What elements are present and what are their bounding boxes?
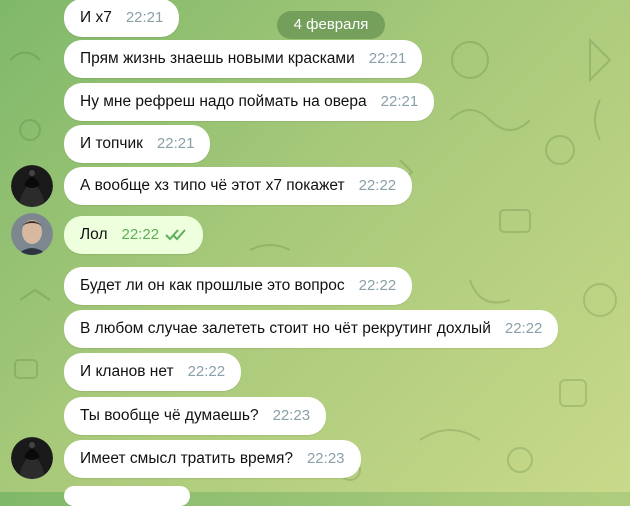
message-bubble[interactable]: Будет ли он как прошлые это вопрос 22:22 xyxy=(64,267,413,305)
message-time: 22:22 xyxy=(121,226,160,243)
message-time: 22:21 xyxy=(380,93,419,110)
hooded-figure-avatar-icon xyxy=(11,437,53,479)
message-time: 22:22 xyxy=(358,177,397,194)
message-bubble[interactable]: А вообще хз типо чё этот х7 покажет 22:22 xyxy=(64,167,413,205)
message-text: И топчик xyxy=(80,135,143,152)
message-time: 22:22 xyxy=(187,363,226,380)
message-text: Будет ли он как прошлые это вопрос xyxy=(80,277,345,294)
message-text: Ну мне рефреш надо поймать на овера xyxy=(80,93,367,110)
message-text: Лол xyxy=(80,226,108,243)
message-bubble[interactable]: И топчик 22:21 xyxy=(64,125,211,163)
message-bubble[interactable]: Имеет смысл тратить время? 22:23 xyxy=(64,440,361,478)
partial-message-bubble[interactable] xyxy=(64,486,190,506)
message-text: Прям жизнь знаешь новыми красками xyxy=(80,50,355,67)
hooded-figure-avatar-icon xyxy=(11,165,53,207)
message-time: 22:23 xyxy=(272,407,311,424)
message-time: 22:23 xyxy=(306,450,345,467)
message-time: 22:21 xyxy=(368,50,407,67)
message-text: В любом случае залететь стоит но чёт рек… xyxy=(80,320,491,337)
message-time: 22:21 xyxy=(125,9,164,26)
own-message-bubble[interactable]: Лол 22:22 xyxy=(64,216,204,254)
message-text: А вообще хз типо чё этот х7 покажет xyxy=(80,177,345,194)
contact-avatar[interactable] xyxy=(11,437,53,479)
message-bubble[interactable]: И х7 22:21 xyxy=(64,0,180,37)
double-check-icon xyxy=(165,229,186,241)
contact-avatar[interactable] xyxy=(11,165,53,207)
message-text: И х7 xyxy=(80,9,112,26)
message-text: Ты вообще чё думаешь? xyxy=(80,407,259,424)
message-bubble[interactable]: В любом случае залететь стоит но чёт рек… xyxy=(64,310,559,348)
date-separator: 4 февраля xyxy=(277,11,385,39)
message-bubble[interactable]: Ты вообще чё думаешь? 22:23 xyxy=(64,397,327,435)
message-time: 22:21 xyxy=(156,135,195,152)
message-bubble[interactable]: Прям жизнь знаешь новыми красками 22:21 xyxy=(64,40,423,78)
message-bubble[interactable]: И кланов нет 22:22 xyxy=(64,353,242,391)
message-time: 22:22 xyxy=(504,320,543,337)
message-text: Имеет смысл тратить время? xyxy=(80,450,293,467)
message-text: И кланов нет xyxy=(80,363,174,380)
message-bubble[interactable]: Ну мне рефреш надо поймать на овера 22:21 xyxy=(64,83,435,121)
message-time: 22:22 xyxy=(358,277,397,294)
own-avatar[interactable] xyxy=(11,213,53,255)
user-photo-avatar-icon xyxy=(11,213,53,255)
